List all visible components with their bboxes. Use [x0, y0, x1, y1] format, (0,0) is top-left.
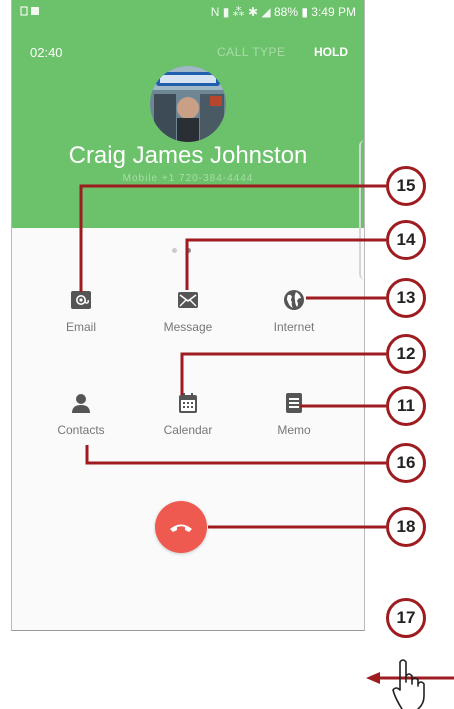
- callout-14: 14: [386, 220, 426, 260]
- page-indicator: [172, 240, 200, 258]
- message-icon: [176, 288, 200, 312]
- contacts-action[interactable]: Contacts: [36, 391, 126, 437]
- callout-12: 12: [386, 334, 426, 374]
- callout-18: 18: [386, 507, 426, 547]
- contacts-icon: [69, 391, 93, 415]
- phone-screen: N ▮ ⁂ ✱ ◢ 88% ▮ 3:49 PM 02:40 CALL TYPE …: [11, 0, 365, 631]
- notification-icon: [20, 6, 39, 16]
- page-dot-active: [186, 248, 191, 253]
- email-icon: [69, 288, 93, 312]
- internet-icon: [282, 288, 306, 312]
- status-right: N ▮ ⁂ ✱ ◢ 88% ▮ 3:49 PM: [211, 5, 356, 19]
- clock: 3:49 PM: [311, 5, 356, 19]
- hand-swipe-icon: [392, 659, 425, 709]
- status-bar: N ▮ ⁂ ✱ ◢ 88% ▮ 3:49 PM: [12, 0, 364, 22]
- internet-label: Internet: [273, 320, 315, 334]
- contacts-label: Contacts: [57, 423, 105, 437]
- calendar-icon: [176, 391, 200, 415]
- message-label: Message: [163, 320, 213, 334]
- callout-13: 13: [386, 278, 426, 318]
- memo-action[interactable]: Memo: [249, 391, 339, 437]
- end-call-icon: [170, 524, 192, 532]
- email-action[interactable]: Email: [36, 288, 126, 334]
- callout-16: 16: [386, 443, 426, 483]
- calendar-action[interactable]: Calendar: [143, 391, 233, 437]
- caller-avatar: [150, 66, 226, 142]
- swipe-arrow-head: [366, 672, 380, 684]
- notification-icons: [20, 5, 42, 20]
- battery-icon: ▮: [301, 5, 308, 19]
- edge-panel-handle[interactable]: [359, 140, 364, 280]
- callout-17: 17: [386, 598, 426, 638]
- call-timer: 02:40: [30, 45, 63, 60]
- call-header: N ▮ ⁂ ✱ ◢ 88% ▮ 3:49 PM 02:40 CALL TYPE …: [12, 0, 364, 228]
- signal-icons: N ▮ ⁂ ✱ ◢: [210, 5, 271, 19]
- email-label: Email: [65, 320, 96, 334]
- caller-photo: [150, 66, 226, 142]
- hold-button[interactable]: HOLD: [314, 45, 348, 59]
- battery-percent: 88%: [273, 5, 298, 19]
- message-action[interactable]: Message: [143, 288, 233, 334]
- page-dot: [172, 248, 177, 253]
- caller-number: Mobile +1 720-384-4444: [122, 173, 254, 184]
- internet-action[interactable]: Internet: [249, 288, 339, 334]
- call-type-button[interactable]: CALL TYPE: [217, 45, 286, 59]
- memo-icon: [282, 391, 306, 415]
- calendar-label: Calendar: [163, 423, 213, 437]
- callout-15: 15: [386, 166, 426, 206]
- caller-name: Craig James Johnston: [68, 142, 308, 169]
- memo-label: Memo: [277, 423, 311, 437]
- end-call-button[interactable]: [155, 501, 207, 553]
- callout-11: 11: [386, 386, 426, 426]
